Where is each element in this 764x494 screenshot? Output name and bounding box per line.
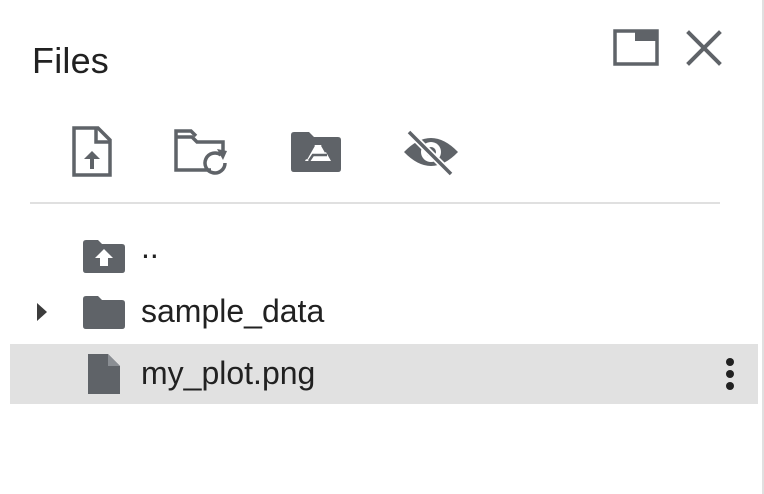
upload-file-icon [72, 126, 112, 177]
files-toolbar [0, 120, 764, 188]
file-row-my-plot[interactable]: my_plot.png [10, 344, 758, 404]
folder-up-icon [82, 236, 126, 276]
panel-title: Files [32, 40, 110, 81]
folder-label: sample_data [141, 293, 325, 329]
expand-arrow-icon[interactable] [32, 302, 52, 322]
panel-header: Files [0, 0, 764, 110]
parent-directory-row[interactable]: .. [10, 226, 758, 286]
more-vert-icon [726, 358, 734, 390]
folder-row-sample-data[interactable]: sample_data [10, 282, 758, 342]
upload-button[interactable] [56, 120, 128, 184]
popout-button[interactable] [608, 26, 664, 70]
hidden-files-icon [404, 129, 458, 176]
more-options-button[interactable] [710, 350, 750, 398]
show-hidden-files-button[interactable] [395, 120, 467, 184]
folder-icon [82, 292, 126, 332]
close-button[interactable] [680, 24, 728, 72]
toolbar-divider [30, 202, 720, 204]
refresh-button[interactable] [166, 120, 238, 184]
file-icon [82, 354, 126, 394]
parent-directory-label: .. [141, 229, 159, 265]
file-label: my_plot.png [141, 355, 316, 391]
folder-refresh-icon [174, 129, 227, 175]
files-panel: Files .. sample_data my_plot.png [0, 0, 764, 494]
close-icon [686, 30, 722, 66]
mount-drive-icon [291, 132, 341, 172]
mount-drive-button[interactable] [280, 120, 352, 184]
popout-window-icon [613, 29, 659, 66]
